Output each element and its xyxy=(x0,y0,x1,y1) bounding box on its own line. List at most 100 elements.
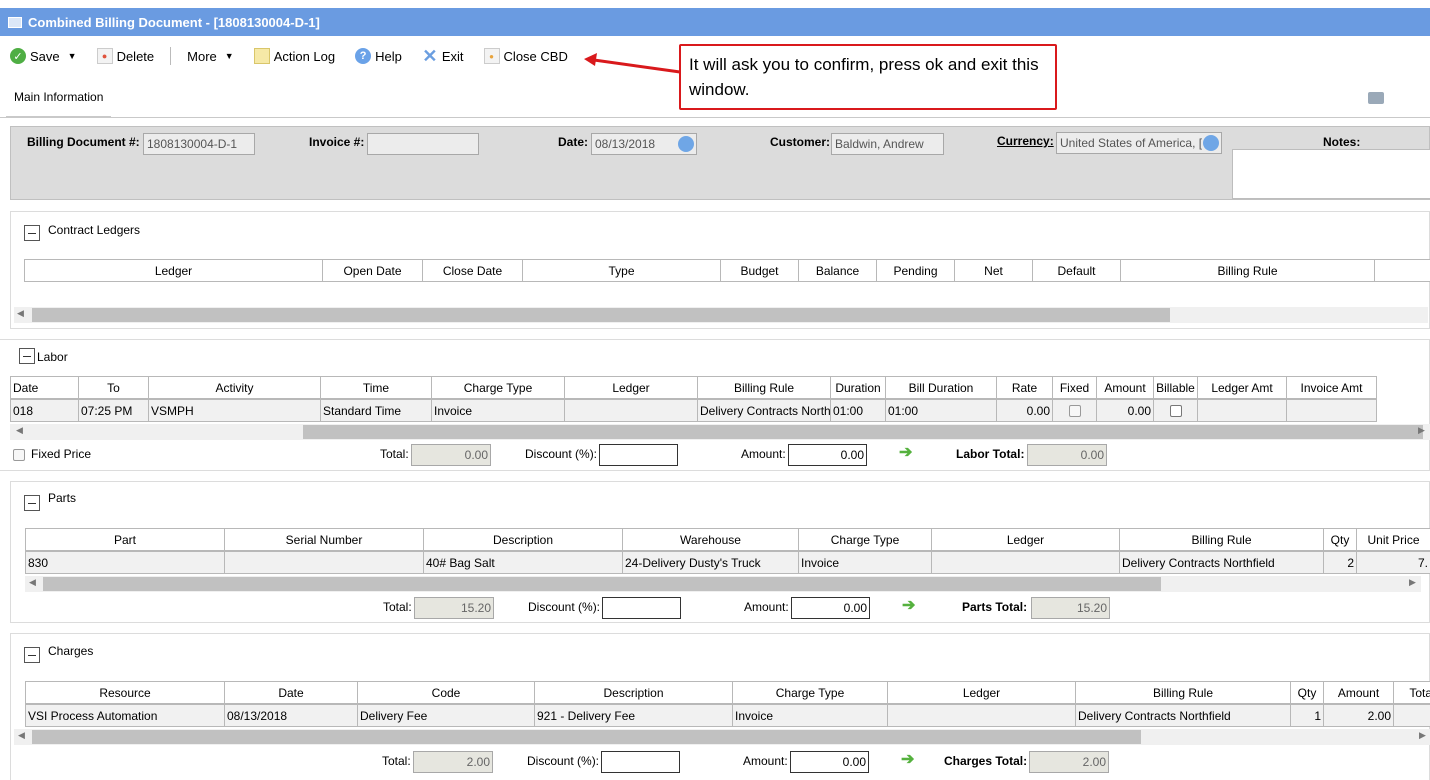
column-header[interactable]: Billing Rule xyxy=(1076,682,1291,703)
column-header[interactable]: Billable xyxy=(1154,377,1198,398)
scroll-right-icon[interactable]: ▶ xyxy=(1419,730,1426,741)
column-header[interactable]: Bill Duration xyxy=(886,377,997,398)
horizontal-scrollbar[interactable]: ◀ xyxy=(14,307,1428,323)
action-log-button[interactable]: Action Log xyxy=(253,48,335,64)
column-header[interactable]: Pending xyxy=(877,260,955,281)
labor-total-field: 0.00 xyxy=(411,444,491,466)
column-header[interactable]: Description xyxy=(535,682,733,703)
scroll-left-icon[interactable]: ◀ xyxy=(18,730,25,741)
column-header[interactable]: Ledger Amt xyxy=(1198,377,1287,398)
horizontal-scrollbar[interactable]: ◀ ▶ xyxy=(14,729,1430,745)
column-header[interactable]: Ledger xyxy=(888,682,1076,703)
table-row[interactable]: 018 07:25 PM VSMPH Standard Time Invoice… xyxy=(10,399,1377,422)
currency-link[interactable]: Currency: xyxy=(997,134,1054,148)
exit-button[interactable]: ✕ Exit xyxy=(422,46,463,66)
collapse-icon[interactable] xyxy=(24,225,40,241)
column-header[interactable]: Duration xyxy=(831,377,886,398)
amount-input[interactable]: 0.00 xyxy=(790,751,869,773)
scroll-right-icon[interactable]: ▶ xyxy=(1409,577,1416,588)
fixed-price-label: Fixed Price xyxy=(31,447,92,461)
discount-input[interactable] xyxy=(602,597,681,619)
scrollbar-thumb[interactable] xyxy=(32,730,1141,744)
column-header[interactable]: Warehouse xyxy=(623,529,799,550)
column-header[interactable]: Close Date xyxy=(423,260,523,281)
column-header[interactable]: Charge Type xyxy=(432,377,565,398)
save-button[interactable]: ✓ Save ▼ xyxy=(10,48,77,64)
column-header[interactable]: Billing Rule xyxy=(1121,260,1375,281)
column-header[interactable]: Activity xyxy=(149,377,321,398)
help-button[interactable]: ? Help xyxy=(355,48,402,64)
column-header[interactable]: To xyxy=(79,377,149,398)
column-header[interactable]: Open Date xyxy=(323,260,423,281)
customer-field[interactable]: Baldwin, Andrew xyxy=(831,133,944,155)
collapse-icon[interactable] xyxy=(19,348,35,364)
column-header[interactable]: Qty xyxy=(1324,529,1357,550)
billing-doc-field[interactable]: 1808130004-D-1 xyxy=(143,133,255,155)
more-button[interactable]: More ▼ xyxy=(187,49,234,64)
scrollbar-thumb[interactable] xyxy=(32,308,1170,322)
column-header[interactable]: Description xyxy=(424,529,623,550)
scroll-left-icon[interactable]: ◀ xyxy=(17,308,24,319)
amount-input[interactable]: 0.00 xyxy=(788,444,867,466)
discount-input[interactable] xyxy=(601,751,680,773)
close-cbd-button[interactable]: ● Close CBD xyxy=(483,48,568,64)
column-header[interactable]: Code xyxy=(358,682,535,703)
scroll-left-icon[interactable]: ◀ xyxy=(29,577,36,588)
column-header[interactable]: Date xyxy=(225,682,358,703)
invoice-field[interactable] xyxy=(367,133,479,155)
column-header[interactable]: Tota xyxy=(1394,682,1430,703)
column-header[interactable]: Net xyxy=(955,260,1033,281)
collapse-icon[interactable] xyxy=(24,647,40,663)
scroll-left-icon[interactable]: ◀ xyxy=(16,425,23,436)
column-header[interactable]: Time xyxy=(321,377,432,398)
column-header[interactable]: Amount xyxy=(1324,682,1394,703)
notes-textarea[interactable] xyxy=(1232,149,1430,199)
column-header[interactable]: Ledger xyxy=(25,260,323,281)
column-header[interactable]: Resource xyxy=(26,682,225,703)
column-header[interactable]: Billing Rule xyxy=(698,377,831,398)
chevron-down-icon[interactable]: ▼ xyxy=(68,51,77,61)
column-header[interactable]: Default xyxy=(1033,260,1121,281)
table-row[interactable]: VSI Process Automation 08/13/2018 Delive… xyxy=(25,704,1430,727)
column-header[interactable]: Unit Price xyxy=(1357,529,1430,550)
horizontal-scrollbar[interactable]: ◀ ▶ xyxy=(25,576,1421,592)
column-header[interactable]: Charge Type xyxy=(799,529,932,550)
column-header[interactable]: Serial Number xyxy=(225,529,424,550)
table-row[interactable]: 830 40# Bag Salt 24-Delivery Dusty's Tru… xyxy=(25,551,1430,574)
notes-label: Notes: xyxy=(1323,135,1361,149)
column-header[interactable]: Date xyxy=(11,377,79,398)
billable-checkbox[interactable] xyxy=(1169,404,1182,417)
total-label: Total: xyxy=(382,754,411,768)
scroll-right-icon[interactable]: ▶ xyxy=(1418,425,1425,436)
discount-input[interactable] xyxy=(599,444,678,466)
charges-total-field: 2.00 xyxy=(413,751,493,773)
scrollbar-thumb[interactable] xyxy=(303,425,1423,439)
fixed-checkbox[interactable] xyxy=(1068,404,1081,417)
column-header[interactable]: Balance xyxy=(799,260,877,281)
tab-main-information[interactable]: Main Information xyxy=(6,88,112,118)
column-header[interactable]: Charge Type xyxy=(733,682,888,703)
column-header[interactable]: Ledger xyxy=(565,377,698,398)
calendar-dropdown-icon[interactable] xyxy=(678,136,694,152)
column-header[interactable]: Part xyxy=(26,529,225,550)
column-header[interactable]: Billing Rule xyxy=(1120,529,1324,550)
column-header[interactable]: Ledger xyxy=(932,529,1120,550)
collapse-icon[interactable] xyxy=(24,495,40,511)
column-header[interactable]: Budget xyxy=(721,260,799,281)
contract-ledgers-header: Ledger Open Date Close Date Type Budget … xyxy=(24,259,1430,282)
comment-icon[interactable] xyxy=(1368,92,1384,104)
column-header[interactable]: Qty xyxy=(1291,682,1324,703)
column-header[interactable]: Fixed xyxy=(1053,377,1097,398)
currency-field[interactable]: United States of America, [ xyxy=(1056,132,1222,154)
fixed-price-checkbox[interactable] xyxy=(13,449,25,461)
column-header[interactable]: Rate xyxy=(997,377,1053,398)
amount-input[interactable]: 0.00 xyxy=(791,597,870,619)
horizontal-scrollbar[interactable]: ◀ ▶ xyxy=(10,424,1430,440)
charges-grand-total-field: 2.00 xyxy=(1029,751,1109,773)
column-header[interactable]: Amount xyxy=(1097,377,1154,398)
lookup-icon[interactable] xyxy=(1203,135,1219,151)
scrollbar-thumb[interactable] xyxy=(43,577,1161,591)
column-header[interactable]: Invoice Amt xyxy=(1287,377,1376,398)
delete-button[interactable]: ● Delete xyxy=(96,48,154,64)
column-header[interactable]: Type xyxy=(523,260,721,281)
